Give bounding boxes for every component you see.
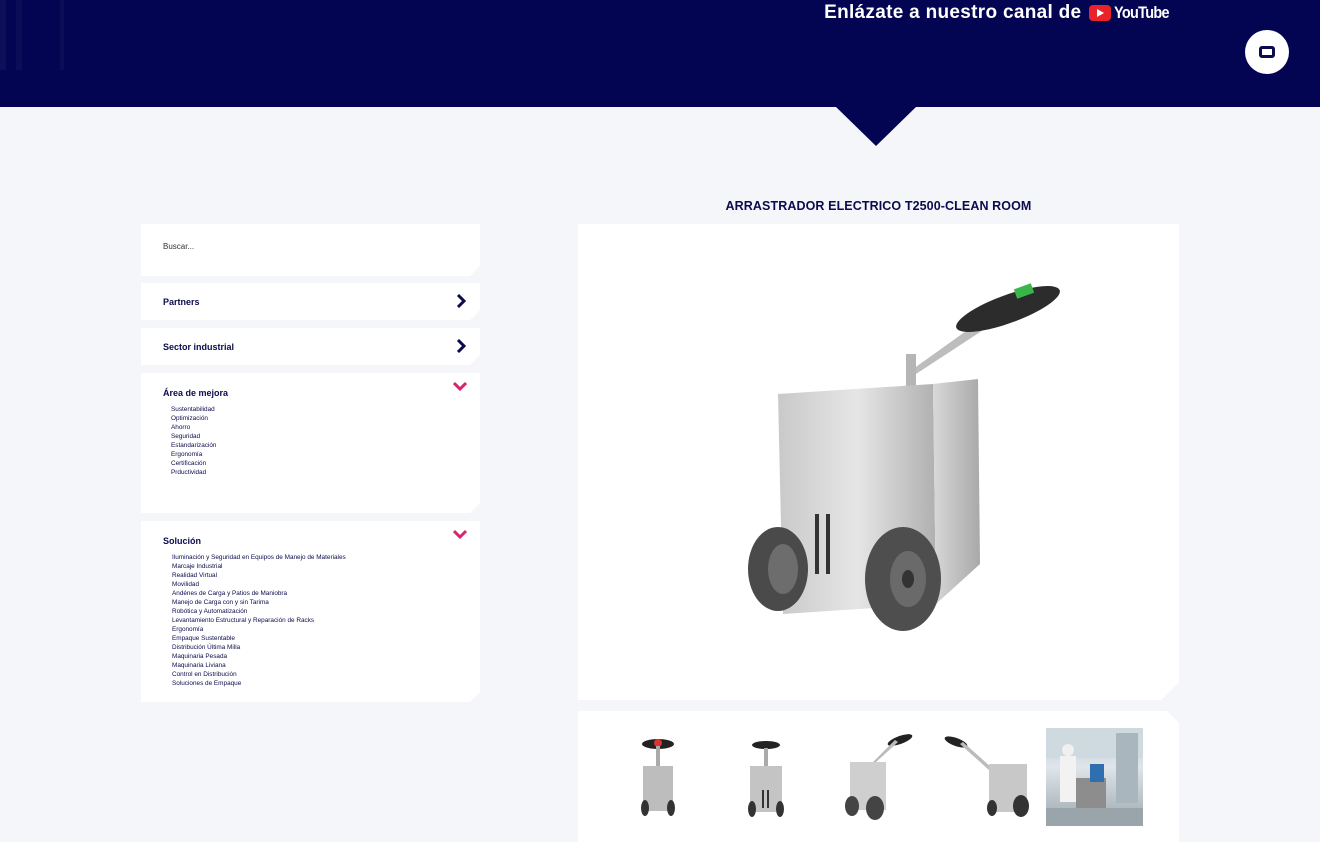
youtube-play-icon (1089, 5, 1112, 21)
list-item[interactable]: Empaque Sustentable (172, 634, 346, 643)
list-item[interactable]: Robótica y Automatización (172, 607, 346, 616)
filter-sector[interactable]: Sector industrial (141, 328, 480, 365)
filter-sector-label: Sector industrial (163, 342, 235, 352)
product-image (578, 224, 1179, 700)
list-item[interactable]: Estandarización (171, 441, 216, 450)
youtube-promo[interactable]: Enlázate a nuestro canal de YouTube (824, 2, 1179, 24)
list-item[interactable]: Realidad Virtual (172, 571, 346, 580)
chevron-down-icon[interactable] (453, 529, 467, 539)
thumbnail-3[interactable] (822, 728, 919, 826)
filter-partners[interactable]: Partners (141, 283, 480, 320)
thumbnail-strip (578, 711, 1179, 842)
list-item[interactable]: Ergonomía (171, 450, 216, 459)
list-item[interactable]: Andénes de Carga y Patios de Maniobra (172, 589, 346, 598)
product-main-image[interactable] (578, 224, 1179, 700)
list-item[interactable]: Maquinaria Liviana (172, 661, 346, 670)
thumbnail-1[interactable] (614, 728, 711, 826)
thumbnail-5-photo[interactable] (1046, 728, 1143, 826)
list-item[interactable]: Soluciones de Empaque (172, 679, 346, 688)
list-item[interactable]: Optimización (171, 414, 216, 423)
filter-solucion: Solución Iluminación y Seguridad en Equi… (141, 521, 480, 702)
list-item[interactable]: Certificación (171, 459, 216, 468)
list-item[interactable]: Maquinaria Pesada (172, 652, 346, 661)
list-item[interactable]: Manejo de Carga con y sin Tarima (172, 598, 346, 607)
chat-button[interactable] (1245, 30, 1289, 74)
list-item[interactable]: Prductividad (171, 468, 216, 477)
list-item[interactable]: Seguridad (171, 432, 216, 441)
search-input[interactable] (163, 242, 443, 251)
header-notch (835, 106, 917, 146)
chevron-down-icon[interactable] (453, 381, 467, 391)
product-title: ARRASTRADOR ELECTRICO T2500-CLEAN ROOM (725, 199, 1032, 213)
filter-area-label[interactable]: Área de mejora (163, 388, 228, 398)
chevron-right-icon (456, 339, 466, 353)
youtube-logo[interactable]: YouTube (1089, 3, 1179, 23)
site-header: Enlázate a nuestro canal de YouTube (0, 0, 1320, 107)
thumbnail-2[interactable] (718, 728, 815, 826)
youtube-wordmark: YouTube (1114, 3, 1170, 22)
list-item[interactable]: Ahorro (171, 423, 216, 432)
header-decoration (0, 0, 170, 70)
thumbnail-4[interactable] (934, 728, 1031, 826)
list-item[interactable]: Movilidad (172, 580, 346, 589)
list-item[interactable]: Control en Distribución (172, 670, 346, 679)
list-item[interactable]: Sustentabilidad (171, 405, 216, 414)
filter-solucion-label[interactable]: Solución (163, 536, 201, 546)
chevron-right-icon (456, 294, 466, 308)
youtube-promo-text: Enlázate a nuestro canal de (824, 2, 1082, 23)
list-item[interactable]: Marcaje Industrial (172, 562, 346, 571)
filter-solucion-list: Iluminación y Seguridad en Equipos de Ma… (172, 553, 346, 688)
search-box (141, 224, 480, 276)
list-item[interactable]: Levantamiento Estructural y Reparación d… (172, 616, 346, 625)
filter-partners-label: Partners (163, 297, 200, 307)
filter-area-list: Sustentabilidad Optimización Ahorro Segu… (171, 405, 216, 477)
chat-icon (1259, 46, 1275, 58)
filter-area-mejora: Área de mejora Sustentabilidad Optimizac… (141, 373, 480, 513)
list-item[interactable]: Distribución Última Milla (172, 643, 346, 652)
list-item[interactable]: Iluminación y Seguridad en Equipos de Ma… (172, 553, 346, 562)
list-item[interactable]: Ergonomía (172, 625, 346, 634)
